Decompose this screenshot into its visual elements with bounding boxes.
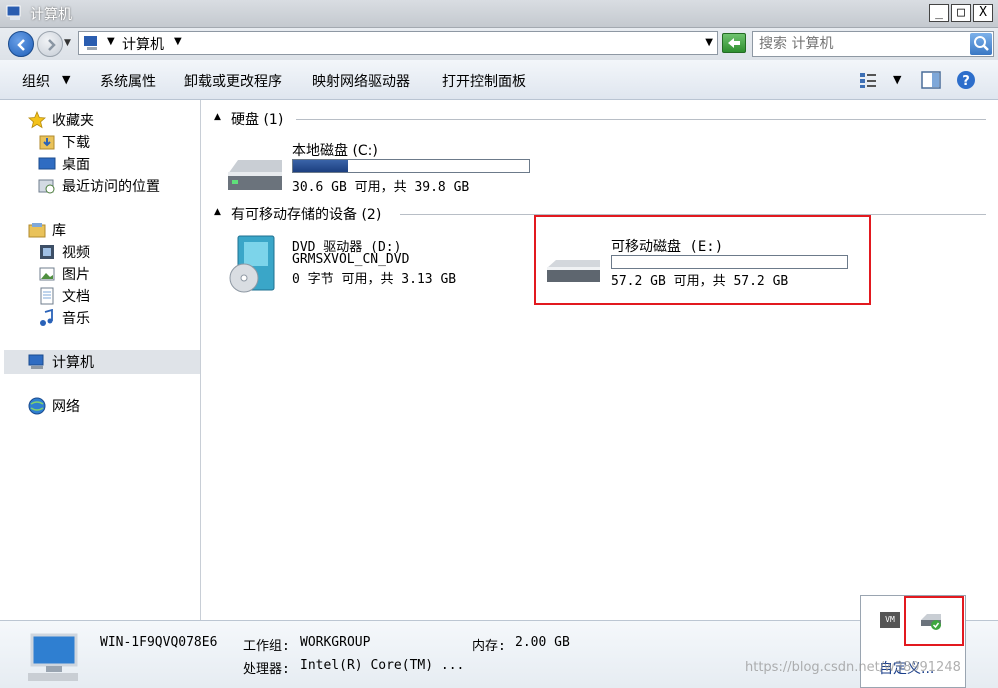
map-network-drive-button[interactable]: 映射网络驱动器 bbox=[312, 71, 410, 91]
collapse-arrow-icon[interactable]: ▲ bbox=[214, 207, 221, 217]
nav-label: 音乐 bbox=[62, 311, 90, 327]
desktop-icon bbox=[38, 157, 56, 170]
window-title: 计算机 bbox=[30, 7, 72, 23]
collapse-arrow-icon[interactable]: ▲ bbox=[214, 112, 221, 122]
hard-disk-icon bbox=[228, 160, 282, 190]
computer-name: WIN-1F9QVQ078E6 bbox=[100, 635, 218, 650]
workgroup-label: 工作组: bbox=[243, 639, 290, 654]
vmware-tray-icon[interactable]: VM bbox=[880, 612, 900, 628]
organize-menu[interactable]: 组织 bbox=[22, 71, 50, 91]
drive-usage-bar bbox=[292, 159, 530, 173]
computer-icon bbox=[28, 633, 78, 681]
nav-label: 下载 bbox=[62, 135, 90, 151]
address-history-dropdown[interactable]: ▼ bbox=[705, 37, 713, 48]
refresh-icon bbox=[728, 38, 740, 48]
nav-label: 桌面 bbox=[62, 157, 90, 173]
drive-c[interactable]: 本地磁盘 (C:) 30.6 GB 可用，共 39.8 GB bbox=[224, 140, 544, 196]
star-icon bbox=[28, 111, 46, 129]
memory-value: 2.00 GB bbox=[515, 635, 570, 650]
address-bar[interactable]: ▼ 计算机 ▼ ▼ bbox=[78, 31, 718, 55]
refresh-button[interactable] bbox=[722, 33, 746, 53]
view-options-icon[interactable] bbox=[858, 70, 878, 90]
recent-pages-dropdown[interactable]: ▼ bbox=[64, 38, 71, 48]
search-input[interactable] bbox=[759, 34, 969, 54]
cpu-label: 处理器: bbox=[243, 662, 290, 677]
navigation-pane: 收藏夹 下载 桌面 最近访问的位置 库 视频 图片 文档 音乐 计算机 网络 bbox=[4, 100, 201, 620]
search-button[interactable] bbox=[970, 33, 992, 55]
nav-label: 网络 bbox=[52, 399, 80, 415]
group-title: 有可移动存储的设备 (2) bbox=[231, 207, 382, 223]
address-row: ▼ ▼ 计算机 ▼ ▼ bbox=[0, 28, 998, 60]
annotation-highlight-box bbox=[534, 215, 871, 305]
close-button[interactable]: X bbox=[973, 4, 993, 22]
search-icon bbox=[974, 36, 989, 51]
preview-pane-icon[interactable] bbox=[921, 70, 941, 90]
group-title: 硬盘 (1) bbox=[231, 112, 284, 128]
watermark: https://blog.csdn.net/w38991248 bbox=[745, 660, 961, 675]
workgroup-value: WORKGROUP bbox=[300, 635, 371, 650]
svg-text:?: ? bbox=[962, 74, 970, 89]
back-button[interactable] bbox=[8, 31, 34, 57]
minimize-button[interactable]: _ bbox=[929, 4, 949, 22]
chevron-down-icon[interactable]: ▼ bbox=[107, 36, 115, 47]
drive-space-info: 0 字节 可用，共 3.13 GB bbox=[292, 272, 457, 287]
nav-label: 最近访问的位置 bbox=[62, 179, 160, 195]
music-icon bbox=[40, 309, 53, 326]
computer-icon bbox=[6, 5, 21, 20]
open-control-panel-button[interactable]: 打开控制面板 bbox=[442, 71, 526, 91]
annotation-highlight-box bbox=[904, 596, 964, 646]
nav-label: 图片 bbox=[62, 267, 90, 283]
network-icon bbox=[28, 397, 46, 415]
drive-name: 本地磁盘 (C:) bbox=[292, 143, 378, 159]
video-icon bbox=[40, 245, 54, 259]
arrow-left-icon bbox=[17, 39, 25, 51]
search-box[interactable] bbox=[752, 31, 994, 57]
document-icon bbox=[40, 287, 54, 305]
nav-label: 收藏夹 bbox=[52, 113, 94, 129]
dvd-drive-icon bbox=[229, 235, 275, 293]
computer-icon bbox=[84, 36, 97, 50]
address-path[interactable]: 计算机 bbox=[122, 34, 164, 54]
cpu-value: Intel(R) Core(TM) ... bbox=[300, 658, 465, 673]
maximize-button[interactable]: □ bbox=[951, 4, 971, 22]
chevron-down-icon[interactable]: ▼ bbox=[893, 73, 901, 86]
details-pane: WIN-1F9QVQ078E6 工作组: WORKGROUP 内存: 2.00 … bbox=[0, 620, 998, 688]
drive-d[interactable]: DVD 驱动器 (D:) GRMSXVOL_CN_DVD 0 字节 可用，共 3… bbox=[224, 234, 524, 298]
system-properties-button[interactable]: 系统属性 bbox=[100, 71, 156, 91]
uninstall-button[interactable]: 卸载或更改程序 bbox=[184, 71, 282, 91]
nav-label: 计算机 bbox=[52, 355, 94, 371]
picture-icon bbox=[39, 267, 55, 281]
command-bar: 组织 ▼ 系统属性 卸载或更改程序 映射网络驱动器 打开控制面板 ▼ ? bbox=[0, 60, 998, 100]
library-icon bbox=[28, 223, 46, 238]
chevron-down-icon[interactable]: ▼ bbox=[174, 36, 182, 47]
drive-volume-label: GRMSXVOL_CN_DVD bbox=[292, 252, 410, 267]
nav-label: 视频 bbox=[62, 245, 90, 261]
computer-icon bbox=[28, 354, 44, 369]
title-bar: 计算机 _ □ X bbox=[0, 0, 998, 28]
download-folder-icon bbox=[39, 135, 55, 150]
drive-usage-fill bbox=[293, 160, 348, 172]
nav-label: 文档 bbox=[62, 289, 90, 305]
content-area: ▲ 硬盘 (1) 本地磁盘 (C:) 30.6 GB 可用，共 39.8 GB … bbox=[204, 100, 998, 620]
nav-label: 库 bbox=[52, 223, 66, 239]
group-divider bbox=[296, 119, 986, 120]
memory-label: 内存: bbox=[472, 639, 506, 654]
forward-button[interactable] bbox=[37, 31, 63, 57]
chevron-down-icon[interactable]: ▼ bbox=[62, 73, 70, 86]
arrow-right-icon bbox=[48, 39, 56, 51]
drive-space-info: 30.6 GB 可用，共 39.8 GB bbox=[292, 180, 470, 195]
recent-places-icon bbox=[38, 179, 55, 194]
help-icon[interactable]: ? bbox=[956, 70, 976, 90]
